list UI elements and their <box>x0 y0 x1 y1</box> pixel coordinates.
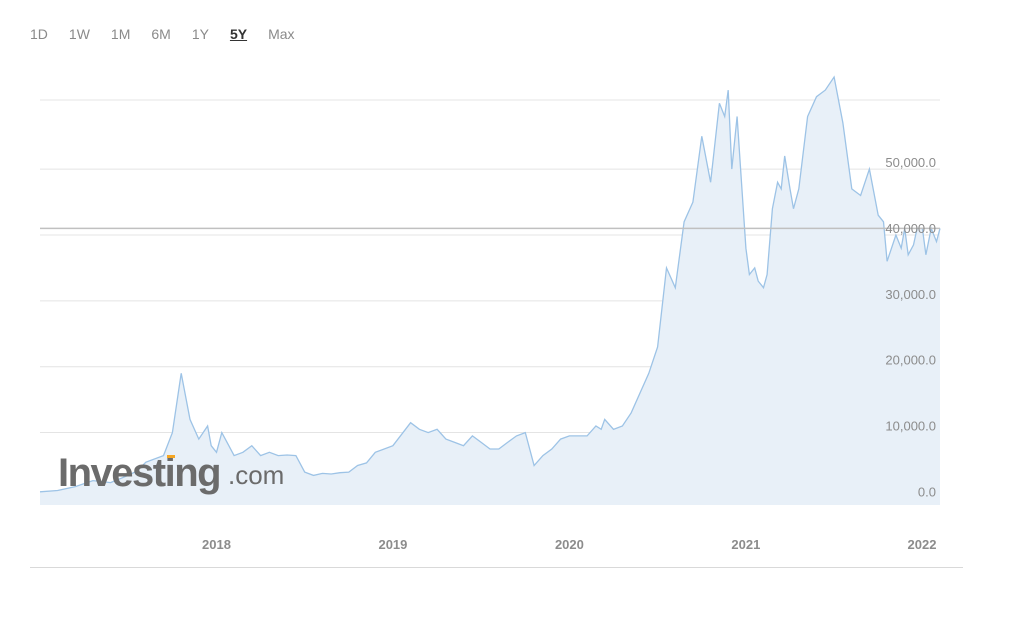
y-tick-label: 10,000.0 <box>885 419 936 434</box>
x-tick-label: 2019 <box>378 537 407 552</box>
x-tick-label: 2020 <box>555 537 584 552</box>
x-tick-label: 2022 <box>908 537 937 552</box>
x-tick-label: 2018 <box>202 537 231 552</box>
y-tick-label: 0.0 <box>918 484 936 499</box>
x-tick-label: 2021 <box>731 537 760 552</box>
y-tick-label: 40,000.0 <box>885 221 936 236</box>
y-tick-label: 50,000.0 <box>885 155 936 170</box>
y-tick-label: 30,000.0 <box>885 287 936 302</box>
x-axis-ticks: 2018 2019 2020 2021 2022 <box>202 537 936 552</box>
watermark-suffix-text: .com <box>228 460 284 490</box>
y-tick-label: 20,000.0 <box>885 353 936 368</box>
watermark-accent-mark <box>167 455 175 458</box>
bottom-divider <box>30 567 963 568</box>
watermark-brand-text: Investing <box>58 451 220 495</box>
price-chart[interactable]: Investing .com 0.0 10,000.0 20,000.0 30,000… <box>0 0 1024 618</box>
